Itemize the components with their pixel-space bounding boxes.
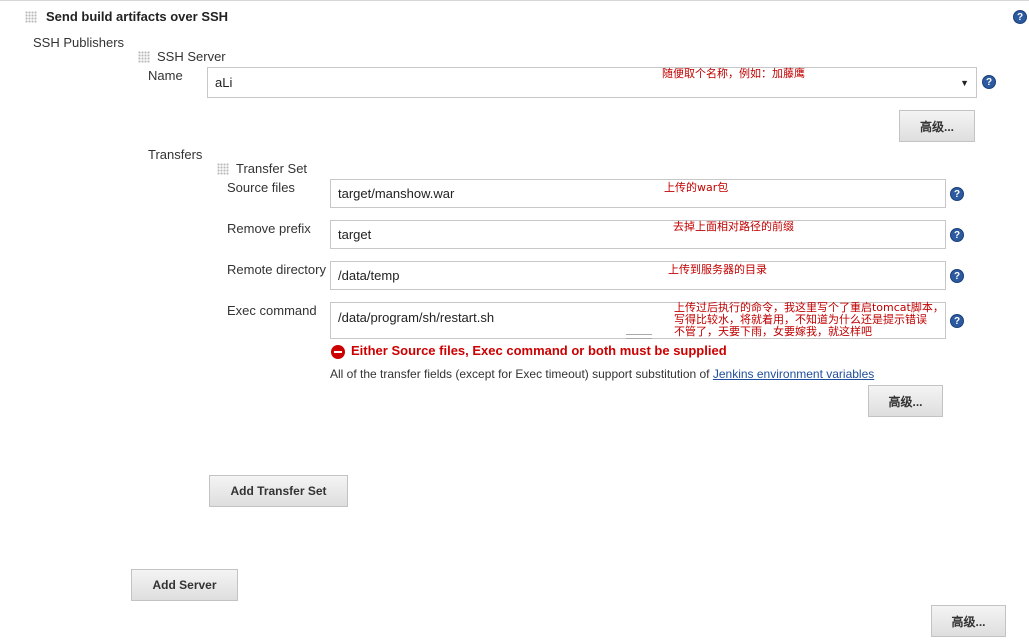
help-icon[interactable]: ? [950, 269, 964, 283]
remote-directory-annotation: 上传到服务器的目录 [668, 263, 767, 276]
name-annotation: 随便取个名称，例如：加藤鹰 [662, 67, 805, 80]
transfer-set-title: Transfer Set [236, 161, 308, 176]
validation-error: Either Source files, Exec command or bot… [351, 343, 727, 358]
remove-prefix-input[interactable]: target [330, 220, 946, 249]
drag-handle-icon[interactable] [138, 51, 150, 63]
source-files-annotation: 上传的war包 [664, 181, 729, 194]
add-server-button[interactable]: Add Server [131, 569, 238, 601]
hint-text: All of the transfer fields (except for E… [330, 367, 713, 381]
transfers-label: Transfers [148, 147, 203, 162]
section-title: Send build artifacts over SSH [46, 9, 229, 24]
drag-handle-icon[interactable] [25, 11, 37, 23]
ssh-publishers-label: SSH Publishers [33, 35, 125, 50]
remote-directory-input[interactable]: /data/temp [330, 261, 946, 290]
server-name-select[interactable]: aLi ▼ [207, 67, 977, 98]
transfer-advanced-button[interactable]: 高级... [868, 385, 943, 417]
advanced-button[interactable]: 高级... [931, 605, 1006, 637]
error-icon [331, 345, 345, 359]
remove-prefix-value: target [338, 227, 372, 242]
help-icon[interactable]: ? [982, 75, 996, 89]
add-transfer-set-button[interactable]: Add Transfer Set [209, 475, 348, 507]
drag-handle-icon[interactable] [217, 163, 229, 175]
help-icon[interactable]: ? [950, 187, 964, 201]
textarea-resize-handle[interactable] [626, 334, 652, 339]
help-icon[interactable]: ? [950, 228, 964, 242]
source-files-input[interactable]: target/manshow.war [330, 179, 946, 208]
chevron-down-icon: ▼ [960, 77, 969, 88]
remove-prefix-annotation: 去掉上面相对路径的前缀 [673, 220, 794, 233]
ssh-server-title: SSH Server [157, 49, 226, 64]
exec-command-value: /data/program/sh/restart.sh [338, 310, 495, 325]
jenkins-env-vars-link[interactable]: Jenkins environment variables [713, 367, 874, 381]
source-files-value: target/manshow.war [338, 186, 455, 201]
server-advanced-button[interactable]: 高级... [899, 110, 975, 142]
exec-command-annotation-3: 不管了，天要下雨，女要嫁我，就这样吧 [674, 325, 872, 338]
remote-directory-value: /data/temp [338, 268, 400, 283]
top-divider [0, 0, 1029, 1]
remove-prefix-label: Remove prefix [227, 221, 311, 236]
help-icon[interactable]: ? [1013, 10, 1027, 24]
remote-directory-label: Remote directory [227, 262, 326, 277]
help-icon[interactable]: ? [950, 314, 964, 328]
exec-command-label: Exec command [227, 303, 317, 318]
name-label: Name [148, 68, 183, 83]
server-name-value: aLi [215, 75, 233, 90]
substitution-hint: All of the transfer fields (except for E… [330, 367, 874, 381]
source-files-label: Source files [227, 180, 295, 195]
